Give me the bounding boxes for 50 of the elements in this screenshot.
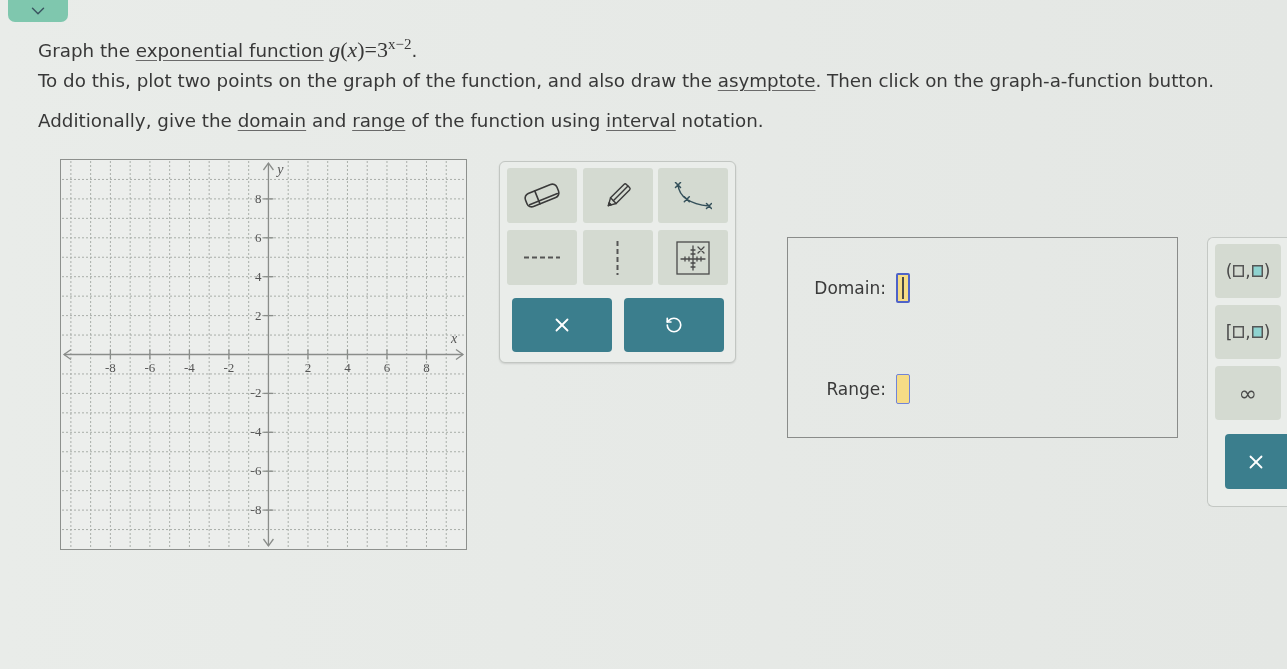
infinity-button[interactable]: ∞ <box>1215 366 1281 420</box>
term-link[interactable]: exponential function <box>135 40 324 61</box>
undo-icon <box>664 316 683 334</box>
tick-label: -2 <box>223 359 235 375</box>
placeholder-square-icon <box>1233 265 1245 277</box>
tick-label: 2 <box>254 307 262 323</box>
field-label: Domain: <box>813 278 886 298</box>
tick-label: -8 <box>104 359 116 375</box>
clear-button[interactable] <box>511 298 612 352</box>
tick-label: -8 <box>250 502 262 518</box>
curve-points-icon <box>674 181 712 210</box>
term-link[interactable]: interval <box>606 110 676 131</box>
tick-label: 2 <box>304 359 312 375</box>
question-text: Graph the exponential function g(x)=3$^{x−2}$. <box>38 37 419 64</box>
horizontal-dashed-line-icon <box>524 256 560 259</box>
graph-grid-icon <box>676 240 710 275</box>
undo-button[interactable] <box>623 298 724 352</box>
tool-button[interactable] <box>658 230 728 285</box>
tick-label: 6 <box>254 229 262 245</box>
placeholder-square-icon <box>1251 326 1263 338</box>
placeholder-square-icon <box>1233 326 1245 338</box>
answer-field[interactable] <box>896 273 910 303</box>
answer-field[interactable] <box>896 374 910 404</box>
axis-label: x <box>450 330 458 346</box>
interval-button[interactable]: [ , ) <box>1215 305 1281 359</box>
tick-label: -4 <box>184 359 195 375</box>
tick-label: -4 <box>250 424 262 440</box>
clear-button[interactable] <box>1225 434 1287 489</box>
coordinate-plane[interactable]: -8 -6 -4 -2 2 4 6 8 -8 -6 -4 -2 2 4 6 8 x y <box>60 159 467 550</box>
term-link[interactable]: range <box>352 110 406 131</box>
tool-button[interactable] <box>507 168 577 223</box>
tick-label: 8 <box>254 190 262 206</box>
tick-label: -6 <box>144 359 156 375</box>
field-label: Range: <box>825 379 886 399</box>
question-text: To do this, plot two points on the graph of the function, and also draw the asymptote. Then click on the graph-a-function button. <box>38 69 1216 93</box>
term-link[interactable]: domain <box>237 110 307 131</box>
tick-label: -6 <box>250 463 262 479</box>
vertical-dashed-line-icon <box>616 240 619 275</box>
tick-label: -2 <box>250 385 262 401</box>
tick-label: 4 <box>344 359 351 375</box>
question-text: Additionally, give the domain and range of the function using interval notation. <box>38 109 765 133</box>
tick-label: 6 <box>383 359 391 375</box>
tool-button[interactable] <box>582 168 653 223</box>
tick-label: 4 <box>254 268 262 284</box>
interval-button[interactable]: ( , ) <box>1215 244 1281 298</box>
eraser-icon <box>523 182 561 209</box>
placeholder-square-icon <box>1251 265 1263 277</box>
axis-label: y <box>277 162 284 177</box>
term-link[interactable]: asymptote <box>717 70 816 91</box>
tick-label: 8 <box>423 359 430 375</box>
